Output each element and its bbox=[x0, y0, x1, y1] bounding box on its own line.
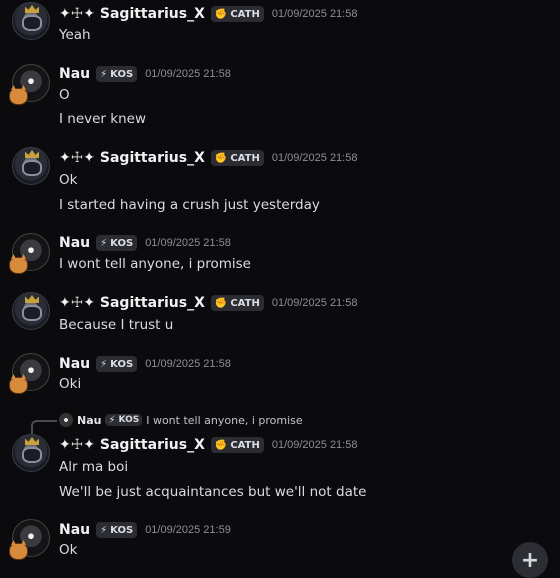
message-text: We'll be just acquaintances but we'll no… bbox=[59, 484, 367, 500]
bolt-icon: ⚡ bbox=[100, 237, 108, 249]
add-button[interactable]: + bbox=[512, 542, 548, 578]
username[interactable]: Nau bbox=[59, 235, 90, 251]
message-header: Nau ⚡ KOS 01/09/2025 21:58 bbox=[59, 356, 231, 372]
crown-icon bbox=[25, 437, 39, 445]
bolt-icon: ⚡ bbox=[100, 524, 108, 536]
message-header: ✦☩✦ Sagittarius_X ✊ CATH 01/09/2025 21:58 bbox=[59, 295, 357, 311]
username[interactable]: ✦☩✦ Sagittarius_X bbox=[59, 150, 205, 166]
username[interactable]: ✦☩✦ Sagittarius_X bbox=[59, 6, 205, 22]
avatar[interactable] bbox=[9, 519, 50, 560]
timestamp: 01/09/2025 21:58 bbox=[271, 439, 358, 451]
clan-tag[interactable]: ⚡ KOS bbox=[96, 522, 138, 538]
reply-preview[interactable]: Nau ⚡ KOS I wont tell anyone, i promise bbox=[59, 413, 303, 427]
timestamp: 01/09/2025 21:58 bbox=[145, 68, 231, 80]
message-text: I started having a crush just yesterday bbox=[59, 197, 320, 213]
message-text: Yeah bbox=[59, 27, 91, 43]
username[interactable]: ✦☩✦ Sagittarius_X bbox=[59, 437, 205, 453]
clan-tag[interactable]: ✊ CATH bbox=[210, 437, 264, 453]
helmet-icon bbox=[22, 305, 42, 321]
fist-icon: ✊ bbox=[214, 152, 228, 164]
clan-tag[interactable]: ✊ CATH bbox=[210, 150, 264, 166]
message-text: Oki bbox=[59, 376, 82, 392]
username[interactable]: Nau bbox=[59, 66, 90, 82]
avatar[interactable] bbox=[12, 2, 50, 40]
avatar[interactable] bbox=[12, 147, 50, 185]
plus-icon: + bbox=[520, 547, 540, 573]
timestamp: 01/09/2025 21:58 bbox=[271, 152, 358, 164]
message-header: ✦☩✦ Sagittarius_X ✊ CATH 01/09/2025 21:58 bbox=[59, 437, 357, 453]
crown-icon bbox=[25, 295, 39, 303]
message-text: I wont tell anyone, i promise bbox=[59, 256, 251, 272]
clan-tag: ⚡ KOS bbox=[105, 414, 143, 426]
clan-tag[interactable]: ⚡ KOS bbox=[96, 235, 138, 251]
avatar[interactable] bbox=[12, 292, 50, 330]
clan-tag[interactable]: ⚡ KOS bbox=[96, 356, 138, 372]
clan-tag[interactable]: ✊ CATH bbox=[210, 6, 264, 22]
reply-username: Nau bbox=[77, 413, 102, 427]
clan-tag[interactable]: ⚡ KOS bbox=[96, 66, 138, 82]
message-text: Ok bbox=[59, 172, 78, 188]
timestamp: 01/09/2025 21:59 bbox=[145, 524, 231, 536]
bolt-icon: ⚡ bbox=[100, 358, 108, 370]
message-text: O bbox=[59, 87, 70, 103]
pet-decoration-icon bbox=[9, 88, 28, 105]
pet-decoration-icon bbox=[9, 377, 28, 394]
username[interactable]: Nau bbox=[59, 356, 90, 372]
message-header: Nau ⚡ KOS 01/09/2025 21:58 bbox=[59, 66, 231, 82]
avatar[interactable] bbox=[12, 434, 50, 472]
avatar[interactable] bbox=[9, 233, 50, 274]
fist-icon: ✊ bbox=[214, 297, 228, 309]
message-text: Ok bbox=[59, 542, 78, 558]
reply-connector bbox=[31, 420, 57, 434]
message-text: Alr ma boi bbox=[59, 459, 129, 475]
timestamp: 01/09/2025 21:58 bbox=[271, 8, 358, 20]
avatar[interactable] bbox=[9, 64, 50, 105]
message-header: Nau ⚡ KOS 01/09/2025 21:59 bbox=[59, 522, 231, 538]
avatar[interactable] bbox=[9, 353, 50, 394]
username[interactable]: ✦☩✦ Sagittarius_X bbox=[59, 295, 205, 311]
timestamp: 01/09/2025 21:58 bbox=[271, 297, 358, 309]
pet-decoration-icon bbox=[9, 543, 28, 560]
bolt-icon: ⚡ bbox=[108, 414, 116, 426]
bolt-icon: ⚡ bbox=[100, 68, 108, 80]
message-header: ✦☩✦ Sagittarius_X ✊ CATH 01/09/2025 21:58 bbox=[59, 150, 357, 166]
timestamp: 01/09/2025 21:58 bbox=[145, 237, 231, 249]
clan-tag[interactable]: ✊ CATH bbox=[210, 295, 264, 311]
crown-icon bbox=[25, 150, 39, 158]
avatar bbox=[59, 413, 73, 427]
fist-icon: ✊ bbox=[214, 439, 228, 451]
helmet-icon bbox=[22, 447, 42, 463]
timestamp: 01/09/2025 21:58 bbox=[145, 358, 231, 370]
helmet-icon bbox=[22, 15, 42, 31]
message-text: Because I trust u bbox=[59, 317, 174, 333]
helmet-icon bbox=[22, 160, 42, 176]
fist-icon: ✊ bbox=[214, 8, 228, 20]
crown-icon bbox=[25, 5, 39, 13]
reply-text: I wont tell anyone, i promise bbox=[146, 413, 303, 427]
username[interactable]: Nau bbox=[59, 522, 90, 538]
message-header: Nau ⚡ KOS 01/09/2025 21:58 bbox=[59, 235, 231, 251]
pet-decoration-icon bbox=[9, 257, 28, 274]
message-header: ✦☩✦ Sagittarius_X ✊ CATH 01/09/2025 21:58 bbox=[59, 6, 357, 22]
message-text: I never knew bbox=[59, 111, 146, 127]
